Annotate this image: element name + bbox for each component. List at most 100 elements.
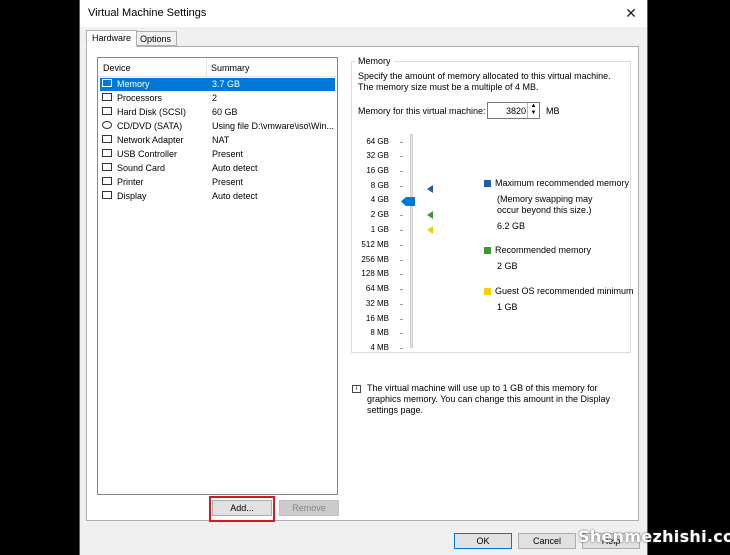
- device-name: CD/DVD (SATA): [117, 121, 183, 131]
- device-row-cd-dvd[interactable]: CD/DVD (SATA) Using file D:\vmware\iso\W…: [100, 120, 335, 133]
- device-name: USB Controller: [117, 149, 178, 159]
- network-adapter-icon: [102, 135, 114, 145]
- cancel-button[interactable]: Cancel: [518, 533, 576, 549]
- device-name: Memory: [117, 79, 150, 89]
- window-title: Virtual Machine Settings: [88, 7, 207, 19]
- column-summary-header[interactable]: Summary: [211, 63, 250, 73]
- scale-tick: [400, 156, 403, 157]
- recommended-swatch: [484, 247, 491, 254]
- scale-label: 64 MB: [365, 284, 389, 293]
- device-summary: NAT: [212, 135, 230, 145]
- device-row-display[interactable]: Display Auto detect: [100, 190, 335, 203]
- device-summary: 3.7 GB: [212, 79, 241, 89]
- device-summary: Present: [212, 149, 244, 159]
- spin-up-icon[interactable]: ▲: [528, 103, 539, 110]
- add-button[interactable]: Add...: [212, 500, 272, 516]
- tab-hardware[interactable]: Hardware: [86, 30, 138, 47]
- scale-label: 4 GB: [370, 195, 389, 204]
- guest-minimum-value: 1 GB: [497, 302, 518, 312]
- scale-tick: [400, 245, 403, 246]
- device-summary: Auto detect: [212, 191, 258, 201]
- recommended-value: 2 GB: [497, 261, 518, 271]
- info-icon: i: [352, 385, 361, 393]
- memory-spinner: ▲ ▼: [527, 103, 539, 118]
- device-name: Hard Disk (SCSI): [117, 107, 187, 117]
- guest-minimum-marker-icon: [427, 226, 433, 234]
- guest-minimum-swatch: [484, 288, 491, 295]
- scale-label: 1 GB: [370, 225, 389, 234]
- hard-disk-icon: [102, 107, 114, 117]
- scale-tick: [400, 304, 403, 305]
- max-recommended-value: 6.2 GB: [497, 221, 526, 231]
- memory-field-label: Memory for this virtual machine:: [358, 106, 486, 116]
- processor-icon: [102, 93, 114, 103]
- scale-label: 64 GB: [366, 137, 389, 146]
- scale-label: 32 MB: [365, 299, 389, 308]
- memory-unit-label: MB: [546, 106, 560, 116]
- device-row-printer[interactable]: Printer Present: [100, 176, 335, 189]
- remove-button[interactable]: Remove: [279, 500, 339, 516]
- column-device-header[interactable]: Device: [103, 63, 131, 73]
- sound-card-icon: [102, 163, 114, 173]
- scale-label: 512 MB: [361, 240, 389, 249]
- device-summary: 60 GB: [212, 107, 238, 117]
- device-name: Processors: [117, 93, 163, 103]
- printer-icon: [102, 177, 114, 187]
- device-row-hard-disk[interactable]: Hard Disk (SCSI) 60 GB: [100, 106, 335, 119]
- scale-tick: [400, 289, 403, 290]
- watermark-text: Shenmezhishi.com: [578, 527, 730, 546]
- device-row-sound-card[interactable]: Sound Card Auto detect: [100, 162, 335, 175]
- scale-tick: [400, 215, 403, 216]
- scale-tick: [400, 171, 403, 172]
- tab-options[interactable]: Options: [134, 31, 178, 46]
- device-name: Display: [117, 191, 147, 201]
- max-recommended-note: (Memory swapping may occur beyond this s…: [497, 194, 593, 215]
- scale-label: 16 MB: [365, 314, 389, 323]
- device-summary: Auto detect: [212, 163, 258, 173]
- hardware-panel: Device Summary Memory 3.7 GB Processors …: [86, 46, 639, 522]
- guest-minimum-label: Guest OS recommended minimum: [495, 286, 634, 296]
- scale-label: 2 GB: [370, 210, 389, 219]
- device-row-processors[interactable]: Processors 2: [100, 92, 335, 105]
- memory-size-input[interactable]: 3820 ▲ ▼: [487, 102, 540, 119]
- device-summary: 2: [212, 93, 218, 103]
- device-row-memory[interactable]: Memory 3.7 GB: [100, 78, 335, 91]
- device-summary: Present: [212, 177, 244, 187]
- max-recommended-label: Maximum recommended memory: [495, 178, 630, 188]
- scale-label: 4 MB: [370, 343, 389, 352]
- scale-tick: [400, 319, 403, 320]
- max-recommended-marker-icon: [427, 185, 433, 193]
- title-bar: Virtual Machine Settings ✕: [80, 0, 647, 27]
- scale-tick: [400, 186, 403, 187]
- graphics-memory-info-text: The virtual machine will use up to 1 GB …: [367, 383, 610, 415]
- recommended-marker-icon: [427, 211, 433, 219]
- device-name: Printer: [117, 177, 144, 187]
- scale-tick: [400, 230, 403, 231]
- scale-tick: [400, 333, 403, 334]
- spin-down-icon[interactable]: ▼: [528, 110, 539, 117]
- usb-icon: [102, 149, 114, 159]
- device-list-header: Device Summary: [98, 58, 337, 77]
- column-separator: [206, 58, 207, 76]
- scale-tick: [400, 274, 403, 275]
- memory-slider-track[interactable]: [410, 134, 413, 348]
- cd-dvd-icon: [102, 121, 114, 131]
- ok-button[interactable]: OK: [454, 533, 512, 549]
- device-row-usb-controller[interactable]: USB Controller Present: [100, 148, 335, 161]
- virtual-machine-settings-dialog: Virtual Machine Settings ✕ Hardware Opti…: [79, 0, 648, 555]
- device-row-network-adapter[interactable]: Network Adapter NAT: [100, 134, 335, 147]
- scale-label: 8 GB: [370, 181, 389, 190]
- device-list: Device Summary Memory 3.7 GB Processors …: [97, 57, 338, 495]
- memory-group-label: Memory: [355, 56, 394, 66]
- scale-label: 32 GB: [366, 151, 389, 160]
- max-recommended-swatch: [484, 180, 491, 187]
- close-icon[interactable]: ✕: [615, 0, 647, 27]
- scale-tick: [400, 260, 403, 261]
- scale-tick: [400, 348, 403, 349]
- scale-label: 256 MB: [361, 255, 389, 264]
- scale-label: 128 MB: [361, 269, 389, 278]
- scale-label: 8 MB: [370, 328, 389, 337]
- scale-label: 16 GB: [366, 166, 389, 175]
- device-name: Network Adapter: [117, 135, 184, 145]
- memory-description: Specify the amount of memory allocated t…: [358, 71, 611, 92]
